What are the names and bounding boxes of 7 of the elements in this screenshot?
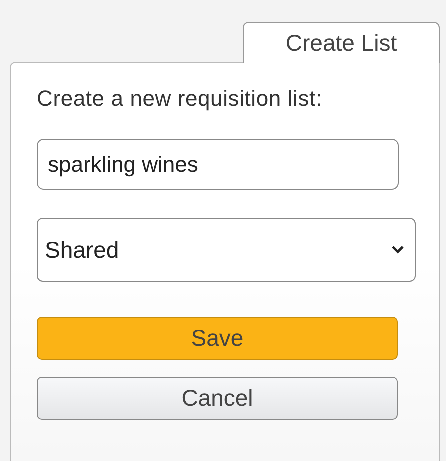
- chevron-down-icon: [391, 245, 405, 255]
- form-heading: Create a new requisition list:: [37, 86, 324, 112]
- visibility-select[interactable]: Shared: [37, 218, 416, 282]
- cancel-button[interactable]: Cancel: [37, 377, 398, 420]
- list-name-field[interactable]: sparkling wines: [37, 139, 399, 190]
- save-button[interactable]: Save: [37, 317, 398, 360]
- create-list-tab[interactable]: Create List: [243, 22, 440, 63]
